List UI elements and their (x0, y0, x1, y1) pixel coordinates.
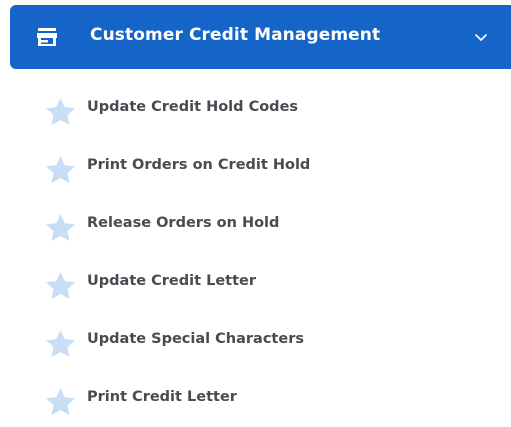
menu-item-update-credit-hold-codes[interactable]: Update Credit Hold Codes (10, 79, 511, 137)
store-icon (36, 26, 58, 48)
menu-item-print-orders-on-credit-hold[interactable]: Print Orders on Credit Hold (10, 137, 511, 195)
menu-item-label: Release Orders on Hold (87, 215, 280, 231)
menu-item-update-special-characters[interactable]: Update Special Characters (10, 311, 511, 369)
menu-item-label: Print Orders on Credit Hold (87, 157, 311, 173)
star-icon[interactable] (45, 155, 76, 184)
star-icon[interactable] (45, 329, 76, 358)
menu-item-label: Update Credit Letter (87, 273, 257, 289)
menu-item-label: Update Credit Hold Codes (87, 99, 299, 115)
star-icon[interactable] (45, 271, 76, 300)
chevron-down-icon[interactable] (473, 29, 489, 45)
menu-item-label: Print Credit Letter (87, 389, 237, 405)
menu-header-title: Customer Credit Management (90, 25, 381, 45)
star-icon[interactable] (45, 97, 76, 126)
star-icon[interactable] (45, 213, 76, 242)
star-icon[interactable] (45, 387, 76, 416)
customer-credit-menu: Customer Credit Management Update Credit… (10, 5, 511, 427)
menu-header-customer-credit-management[interactable]: Customer Credit Management (10, 5, 511, 69)
menu-item-release-orders-on-hold[interactable]: Release Orders on Hold (10, 195, 511, 253)
menu-item-print-credit-letter[interactable]: Print Credit Letter (10, 369, 511, 427)
menu-item-update-credit-letter[interactable]: Update Credit Letter (10, 253, 511, 311)
menu-items: Update Credit Hold Codes Print Orders on… (10, 79, 511, 427)
menu-item-label: Update Special Characters (87, 331, 304, 347)
